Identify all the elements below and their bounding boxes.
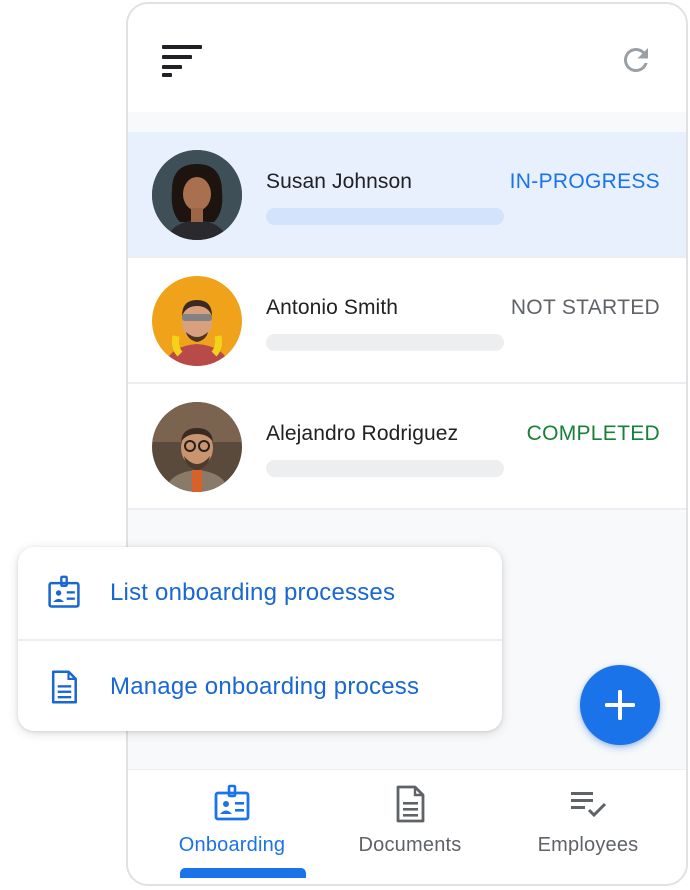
menu-item-manage-onboarding[interactable]: Manage onboarding process — [18, 639, 502, 733]
employee-name: Antonio Smith — [266, 296, 399, 319]
checklist-icon — [571, 792, 607, 818]
menu-item-label: Manage onboarding process — [110, 673, 420, 700]
progress-placeholder-bar — [266, 208, 504, 225]
employee-list: Susan Johnson IN-PROGRESS Antonio Smith — [128, 132, 686, 510]
avatar — [152, 276, 242, 366]
employee-row[interactable]: Alejandro Rodriguez COMPLETED — [128, 384, 686, 510]
phone-frame: Susan Johnson IN-PROGRESS Antonio Smith — [126, 2, 688, 886]
refresh-button[interactable] — [618, 42, 654, 78]
add-fab-button[interactable] — [580, 665, 660, 745]
status-label: NOT STARTED — [510, 296, 660, 319]
nav-item-documents[interactable]: Documents — [320, 784, 500, 874]
refresh-icon — [623, 47, 648, 72]
document-icon — [51, 670, 77, 704]
employee-name: Susan Johnson — [266, 170, 413, 193]
nav-label: Documents — [358, 834, 462, 856]
menu-item-list-onboarding[interactable]: List onboarding processes — [18, 547, 502, 639]
nav-label: Onboarding — [178, 834, 286, 856]
plus-icon — [605, 690, 635, 720]
document-icon — [396, 785, 425, 823]
avatar — [152, 150, 242, 240]
nav-item-onboarding[interactable]: Onboarding — [142, 784, 322, 878]
status-label: IN-PROGRESS — [509, 170, 660, 193]
nav-label: Employees — [537, 834, 639, 856]
sort-icon — [162, 45, 202, 77]
employee-row[interactable]: Susan Johnson IN-PROGRESS — [128, 132, 686, 258]
progress-placeholder-bar — [266, 334, 504, 351]
sort-menu-button[interactable] — [158, 42, 206, 78]
nav-item-employees[interactable]: Employees — [498, 784, 678, 874]
employee-name: Alejandro Rodriguez — [266, 422, 459, 445]
progress-placeholder-bar — [266, 460, 504, 477]
bottom-navigation: Onboarding Documents Employees — [128, 769, 686, 884]
active-tab-indicator — [180, 868, 306, 878]
status-label: COMPLETED — [526, 422, 660, 445]
badge-icon — [214, 784, 250, 821]
app-header — [128, 4, 686, 112]
avatar — [152, 402, 242, 492]
employee-row[interactable]: Antonio Smith NOT STARTED — [128, 258, 686, 384]
fab-popup-menu: List onboarding processes Manage onboard… — [18, 547, 502, 731]
badge-icon — [48, 575, 80, 608]
menu-item-label: List onboarding processes — [110, 579, 396, 606]
